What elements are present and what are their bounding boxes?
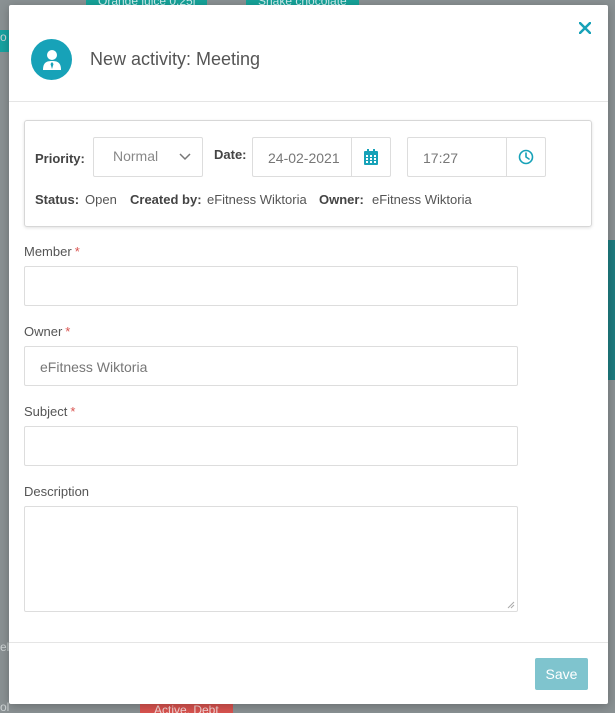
bg-edge-text: o (0, 30, 7, 44)
required-mark: * (74, 244, 80, 259)
subject-label: Subject * (24, 404, 75, 419)
required-mark: * (70, 404, 76, 419)
date-label: Date: (214, 147, 247, 162)
status-value: Open (85, 192, 117, 207)
bg-edge-text: el (0, 640, 10, 654)
status-label: Status: (35, 192, 80, 207)
user-icon (31, 39, 72, 80)
time-input[interactable]: 17:27 (407, 137, 507, 177)
member-label: Member * (24, 244, 80, 259)
required-mark: * (65, 324, 71, 339)
resize-grip-icon[interactable] (507, 601, 515, 609)
bg-edge-text: ol (0, 700, 10, 713)
member-label-text: Member (24, 244, 72, 259)
chevron-down-icon (179, 153, 191, 161)
calendar-icon[interactable] (351, 137, 391, 177)
modal-header: New activity: Meeting (9, 5, 608, 102)
member-field[interactable] (24, 266, 518, 306)
created-by-value: eFitness Wiktoria (207, 192, 307, 207)
priority-select[interactable]: Normal (93, 137, 203, 177)
owner-field[interactable]: eFitness Wiktoria (24, 346, 518, 386)
description-textarea[interactable] (24, 506, 518, 612)
save-button[interactable]: Save (535, 658, 588, 690)
created-by-label: Created by: (130, 192, 202, 207)
new-activity-modal: New activity: Meeting Priority: Normal D… (9, 5, 608, 704)
modal-title: New activity: Meeting (90, 49, 261, 69)
priority-label: Priority: (35, 151, 85, 166)
bg-right-accent (607, 240, 615, 380)
owner-info-label: Owner: (319, 192, 364, 207)
subject-label-text: Subject (24, 404, 68, 419)
close-icon[interactable] (577, 20, 593, 36)
activity-info-panel: Priority: Normal Date: 24-02-2021 17:27 (24, 120, 592, 227)
owner-label-text: Owner (24, 324, 63, 339)
date-input[interactable]: 24-02-2021 (252, 137, 352, 177)
clock-icon[interactable] (506, 137, 546, 177)
owner-info-value: eFitness Wiktoria (372, 192, 472, 207)
description-label: Description (24, 484, 90, 499)
subject-field[interactable] (24, 426, 518, 466)
priority-value: Normal (113, 148, 159, 164)
modal-footer: Save (9, 642, 608, 704)
owner-label: Owner * (24, 324, 70, 339)
